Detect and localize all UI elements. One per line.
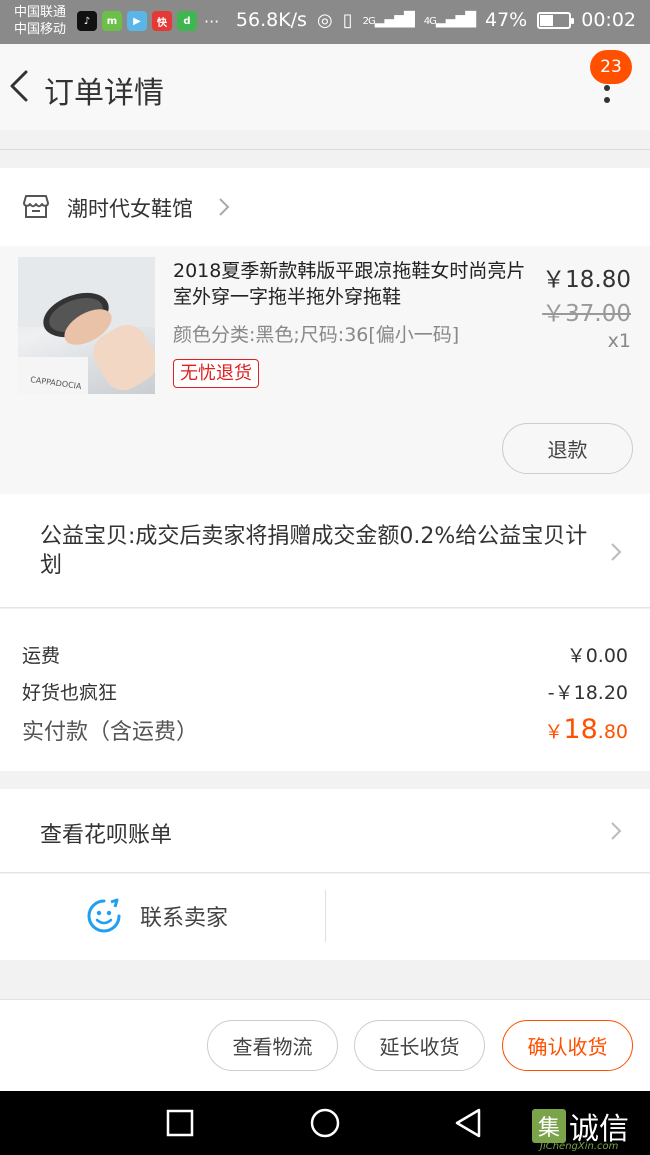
network-speed: 56.8K/s	[235, 9, 307, 31]
paid-currency: ￥	[544, 721, 564, 743]
signal-2g-icon: 2G▂▄▆█	[362, 12, 415, 28]
product-title: 2018夏季新款韩版平跟凉拖鞋女时尚亮片室外穿一字拖半拖外穿拖鞋	[173, 260, 526, 308]
paid-label: 实付款（含运费）	[22, 720, 199, 745]
paid-row: 实付款（含运费） ￥18.80	[22, 714, 628, 746]
fee-summary: 运费 ￥0.00 好货也疯狂 -￥18.20 实付款（含运费） ￥18.80	[0, 609, 650, 771]
vibrate-icon: ▯	[342, 9, 353, 31]
shipping-row: 运费 ￥0.00	[22, 641, 628, 668]
charity-row[interactable]: 公益宝贝:成交后卖家将捐赠成交金额0.2%给公益宝贝计划	[0, 494, 650, 608]
discount-label: 好货也疯狂	[22, 682, 118, 704]
contact-bar: 联系卖家	[0, 874, 650, 960]
carrier-2: 中国移动	[14, 22, 67, 37]
product-item[interactable]: CAPPADOCIA 2018夏季新款韩版平跟凉拖鞋女时尚亮片室外穿一字拖半拖外…	[0, 246, 650, 494]
paid-decimal: .80	[597, 721, 628, 743]
product-price: ￥18.80	[542, 267, 631, 293]
worry-free-return-tag: 无忧退货	[173, 359, 259, 388]
hotspot-icon: ◎	[316, 9, 333, 31]
refund-button[interactable]: 退款	[502, 423, 633, 474]
battery-percent: 47%	[485, 9, 528, 31]
divider	[0, 149, 650, 150]
shipping-label: 运费	[22, 645, 61, 667]
tiktok-icon: ♪	[77, 11, 97, 31]
page-title: 订单详情	[44, 76, 164, 111]
watermark-mark: 集	[532, 1109, 566, 1143]
back-arrow-icon[interactable]	[6, 66, 36, 106]
huabei-bill-row[interactable]: 查看花呗账单	[0, 789, 650, 873]
product-sku: 颜色分类:黑色;尺码:36[偏小一码]	[173, 324, 460, 346]
confirm-receipt-button[interactable]: 确认收货	[502, 1020, 633, 1071]
video-app-icon: ▶	[127, 11, 147, 31]
product-original-price: ￥37.00	[542, 301, 631, 327]
chat-face-icon	[87, 898, 121, 933]
home-icon[interactable]	[309, 1107, 341, 1139]
paid-amount: ￥18.80	[544, 714, 628, 746]
status-bar: 中国联通 中国移动 ♪ m ▶ 快 d ··· 56.8K/s ◎ ▯ 2G▂▄…	[0, 0, 650, 44]
shipping-value: ￥0.00	[566, 645, 628, 667]
extend-receipt-button[interactable]: 延长收货	[354, 1020, 485, 1071]
back-triangle-icon[interactable]	[453, 1107, 485, 1139]
shop-icon	[23, 195, 49, 218]
paid-integer: 18	[563, 714, 598, 745]
recent-apps-icon[interactable]	[164, 1107, 196, 1139]
chevron-right-icon	[219, 198, 230, 216]
chevron-right-icon	[611, 543, 622, 561]
more-notifications: ···	[204, 11, 220, 31]
battery-icon	[537, 11, 575, 29]
contact-seller-label: 联系卖家	[140, 906, 229, 931]
clock: 00:02	[581, 9, 636, 31]
contact-seller-button[interactable]: 联系卖家	[86, 898, 228, 934]
shop-name: 潮时代女鞋馆	[67, 197, 193, 221]
m-app-icon: m	[102, 11, 122, 31]
signal-4g-icon: 4G▂▄▆█	[423, 12, 476, 28]
view-logistics-button[interactable]: 查看物流	[207, 1020, 338, 1071]
product-quantity: x1	[607, 330, 631, 352]
order-actions: 查看物流 延长收货 确认收货	[0, 999, 650, 1091]
contact-divider	[325, 890, 326, 942]
watermark-url: JiChengXin.com	[540, 1141, 619, 1152]
chevron-right-icon	[611, 822, 622, 840]
discount-row: 好货也疯狂 -￥18.20	[22, 678, 628, 705]
huabei-label: 查看花呗账单	[40, 823, 173, 848]
charity-text: 公益宝贝:成交后卖家将捐赠成交金额0.2%给公益宝贝计划	[40, 524, 588, 578]
product-image: CAPPADOCIA	[18, 257, 155, 394]
du-app-icon: d	[177, 11, 197, 31]
news-app-icon: 快	[152, 11, 172, 31]
notification-icons: ♪ m ▶ 快 d ···	[77, 11, 219, 31]
page-header: 订单详情 23	[0, 44, 650, 130]
carrier-info: 中国联通 中国移动	[14, 4, 66, 38]
shop-row[interactable]: 潮时代女鞋馆	[0, 168, 650, 246]
message-badge: 23	[590, 50, 632, 84]
discount-value: -￥18.20	[547, 682, 628, 704]
carrier-1: 中国联通	[14, 5, 67, 20]
